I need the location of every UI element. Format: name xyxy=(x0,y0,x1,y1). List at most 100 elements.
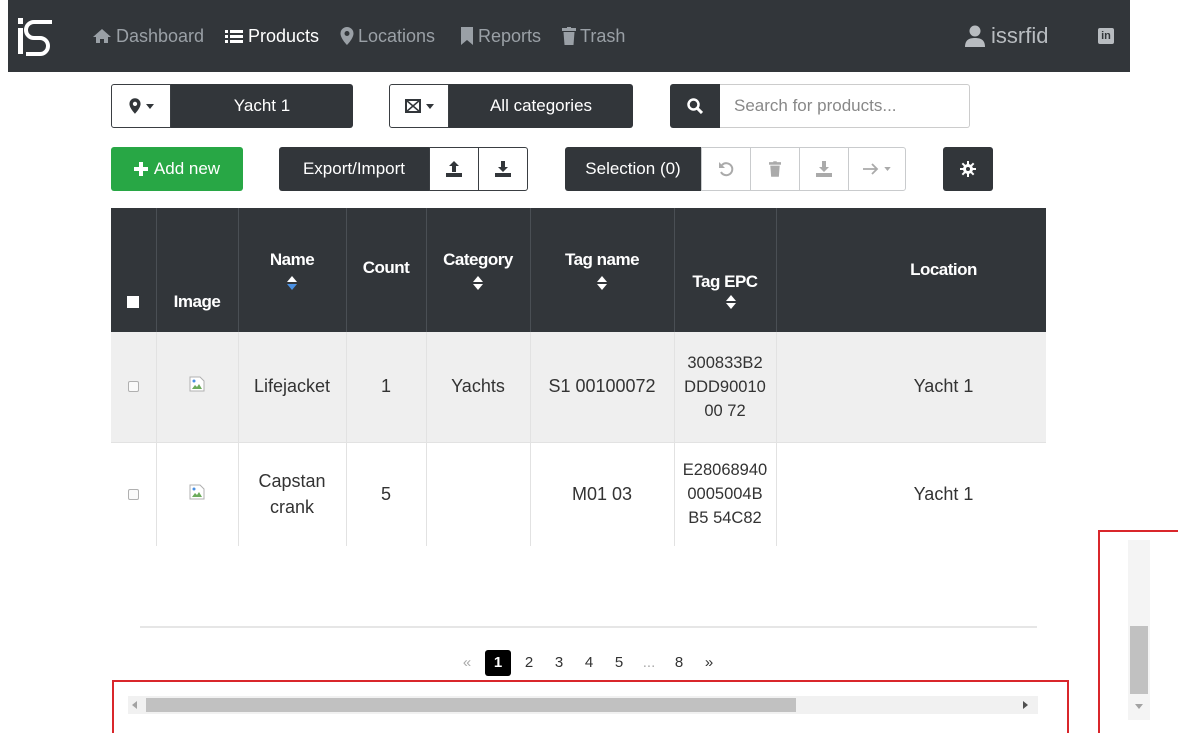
row-select-cell[interactable] xyxy=(111,442,157,546)
nav-locations-label: Locations xyxy=(358,25,436,46)
user-icon xyxy=(965,25,985,47)
row-tag-name: S1 00100072 xyxy=(530,332,675,442)
caret-down-icon xyxy=(425,103,434,109)
sort-icon[interactable] xyxy=(726,295,736,309)
undo-selection-button[interactable] xyxy=(701,147,751,191)
user-menu[interactable]: issrfid xyxy=(965,22,1048,50)
products-table: Image Name Count Category Tag name Tag E… xyxy=(111,208,1046,546)
download-icon xyxy=(816,161,832,177)
pagination-prev[interactable]: « xyxy=(455,650,479,676)
nav-dashboard-label: Dashboard xyxy=(116,25,205,46)
header-tag-name-label: Tag name xyxy=(564,250,640,269)
pagination-next[interactable]: » xyxy=(697,650,721,676)
download-selection-button[interactable] xyxy=(799,147,849,191)
pagination-ellipsis: ... xyxy=(642,654,656,671)
category-value: All categories xyxy=(449,84,633,128)
nav-products[interactable]: Products xyxy=(224,24,319,48)
list-icon xyxy=(225,30,243,43)
delete-selection-button[interactable] xyxy=(750,147,800,191)
category-filter[interactable]: All categories xyxy=(389,84,633,128)
home-icon xyxy=(93,29,111,43)
row-tag-name: M01 03 xyxy=(530,442,675,546)
import-button[interactable] xyxy=(429,147,479,191)
search-button[interactable] xyxy=(670,84,720,128)
table-row[interactable]: Capstan crank 5 M01 03 E280689400005004B… xyxy=(111,442,1046,546)
search-icon xyxy=(687,98,703,114)
pagination-page[interactable]: 4 xyxy=(577,650,601,676)
broken-image-icon xyxy=(189,484,205,500)
settings-button[interactable] xyxy=(943,147,993,191)
export-import-label: Export/Import xyxy=(279,147,429,191)
gear-icon xyxy=(960,161,976,177)
header-category[interactable]: Category xyxy=(426,208,531,332)
nav-reports-label: Reports xyxy=(478,25,542,46)
category-icon xyxy=(404,99,421,113)
row-name: Lifejacket xyxy=(238,332,347,442)
row-category xyxy=(426,442,531,546)
header-count: Count xyxy=(346,208,427,332)
sort-icon[interactable] xyxy=(597,276,607,290)
header-name[interactable]: Name xyxy=(238,208,347,332)
select-all-checkbox[interactable] xyxy=(127,296,140,308)
row-image-cell xyxy=(156,442,239,546)
row-select-cell[interactable] xyxy=(111,332,157,442)
highlight-box-vertical-scrollbar xyxy=(1098,530,1178,733)
linkedin-icon[interactable]: in xyxy=(1098,28,1114,44)
broken-image-icon xyxy=(189,376,205,392)
row-category: Yachts xyxy=(426,332,531,442)
pagination-page[interactable]: 5 xyxy=(607,650,631,676)
nav-trash[interactable]: Trash xyxy=(562,24,625,48)
products-table-viewport[interactable]: Image Name Count Category Tag name Tag E… xyxy=(111,208,1046,546)
header-tag-epc-label: Tag EPC xyxy=(692,272,758,291)
map-marker-icon xyxy=(340,27,354,45)
arrow-right-icon xyxy=(863,163,879,175)
sort-icon[interactable] xyxy=(473,276,483,290)
row-location: Yacht 1 xyxy=(776,332,1046,442)
pagination: « 1 2 3 4 5 ... 8 » xyxy=(452,650,724,676)
category-dropdown-toggle[interactable] xyxy=(389,84,449,128)
row-checkbox[interactable] xyxy=(127,381,139,393)
header-tag-epc[interactable]: Tag EPC xyxy=(674,208,777,332)
header-category-label: Category xyxy=(443,250,513,269)
download-icon xyxy=(495,161,511,177)
row-tag-epc: E280689400005004BB5 54C82 xyxy=(674,442,777,546)
header-tag-name[interactable]: Tag name xyxy=(530,208,675,332)
bookmark-icon xyxy=(461,27,473,45)
select-all-cell[interactable] xyxy=(111,208,157,332)
location-value: Yacht 1 xyxy=(171,84,353,128)
user-name: issrfid xyxy=(991,23,1049,48)
plus-icon xyxy=(133,162,148,176)
is-logo-icon[interactable] xyxy=(16,14,56,58)
caret-down-icon xyxy=(884,167,891,171)
highlight-box-horizontal-scrollbar xyxy=(112,680,1069,733)
location-filter[interactable]: Yacht 1 xyxy=(111,84,353,128)
row-count: 5 xyxy=(346,442,427,546)
move-selection-button[interactable] xyxy=(848,147,906,191)
sort-icon-active[interactable] xyxy=(287,276,297,290)
header-name-label: Name xyxy=(269,250,315,269)
add-new-button[interactable]: Add new xyxy=(111,147,243,191)
selection-label: Selection (0) xyxy=(565,147,701,191)
row-image-cell xyxy=(156,332,239,442)
table-row[interactable]: Lifejacket 1 Yachts S1 00100072 300833B2… xyxy=(111,332,1046,442)
upload-icon xyxy=(446,161,462,177)
nav-reports[interactable]: Reports xyxy=(460,24,541,48)
pagination-page[interactable]: 3 xyxy=(547,650,571,676)
row-checkbox[interactable] xyxy=(127,488,139,500)
pagination-page[interactable]: 8 xyxy=(667,650,691,676)
add-new-label: Add new xyxy=(153,159,221,178)
nav-dashboard[interactable]: Dashboard xyxy=(92,24,204,48)
export-button[interactable] xyxy=(478,147,528,191)
pagination-page[interactable]: 2 xyxy=(517,650,541,676)
pagination-page[interactable]: 1 xyxy=(485,650,511,676)
row-tag-epc: 300833B2DDD9001000 72 xyxy=(674,332,777,442)
header-location: Location xyxy=(776,208,1046,332)
map-marker-icon xyxy=(128,98,141,114)
search-input[interactable] xyxy=(720,84,970,128)
row-name: Capstan crank xyxy=(238,442,347,546)
nav-locations[interactable]: Locations xyxy=(340,24,435,48)
row-count: 1 xyxy=(346,332,427,442)
nav-trash-label: Trash xyxy=(580,25,626,46)
trash-icon xyxy=(769,161,781,177)
location-dropdown-toggle[interactable] xyxy=(111,84,171,128)
